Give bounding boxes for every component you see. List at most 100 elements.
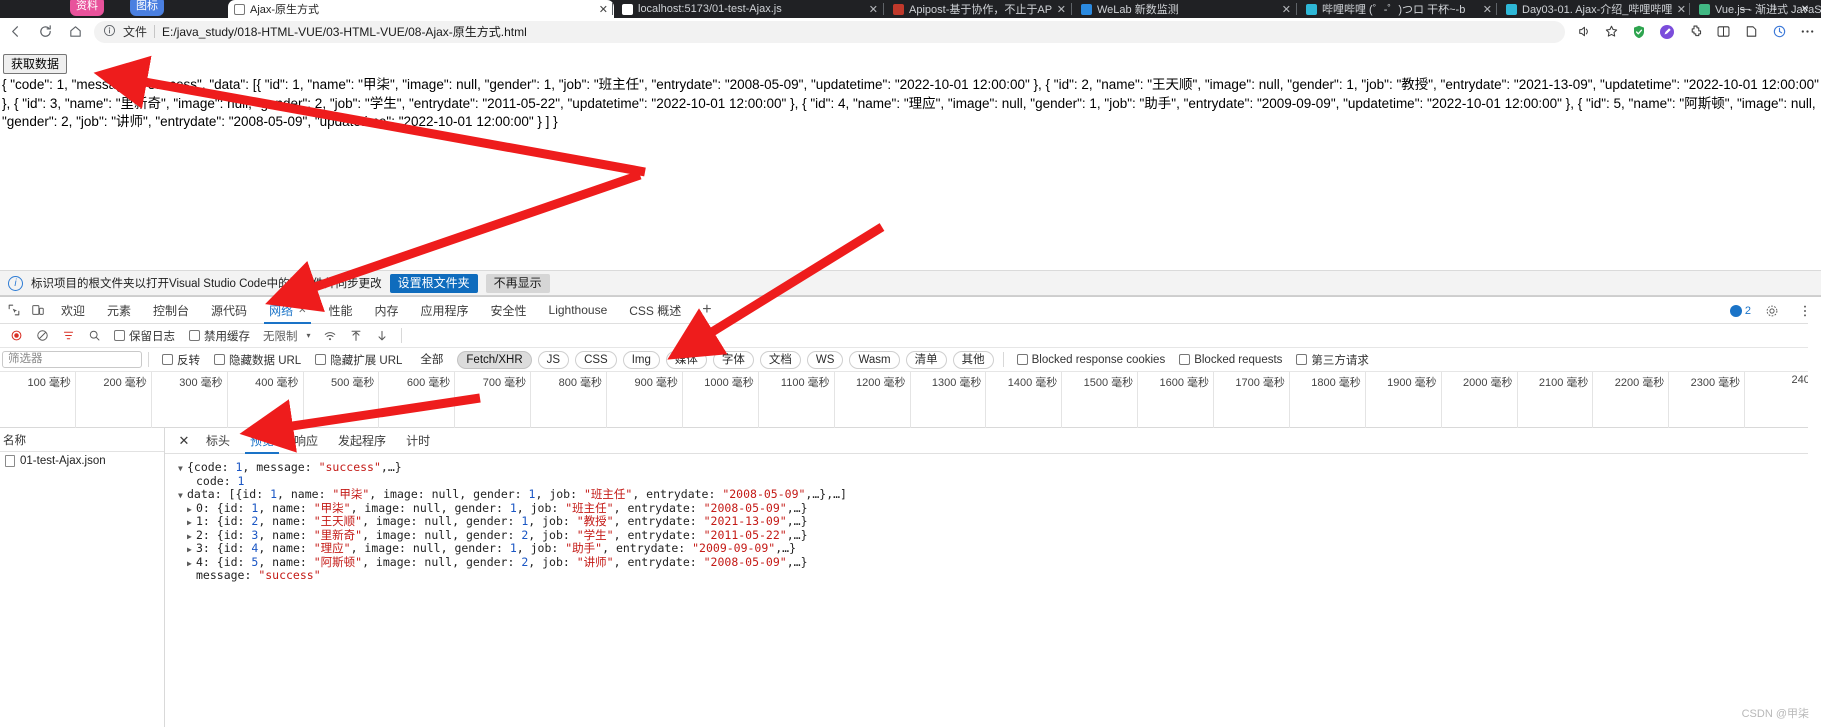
more-panels-button[interactable]: + bbox=[692, 301, 721, 319]
detail-tab-计时[interactable]: 计时 bbox=[396, 428, 440, 454]
resource-type-Fetch/XHR[interactable]: Fetch/XHR bbox=[457, 351, 531, 369]
json-tree-row[interactable]: ▶2: {id: 3, name: "里新奇", image: null, ge… bbox=[178, 528, 1821, 542]
request-row[interactable]: 01-test-Ajax.json bbox=[0, 452, 164, 469]
issues-badge[interactable]: 2 bbox=[1730, 305, 1751, 317]
resource-type-全部[interactable]: 全部 bbox=[412, 352, 451, 368]
invert-checkbox[interactable]: 反转 bbox=[155, 352, 207, 368]
site-info-icon[interactable] bbox=[103, 24, 116, 40]
preserve-log-checkbox[interactable]: 保留日志 bbox=[107, 328, 182, 344]
hide-extension-urls-box[interactable] bbox=[315, 354, 326, 365]
favorite-star-icon[interactable] bbox=[1597, 20, 1625, 44]
dont-show-again-button[interactable]: 不再显示 bbox=[486, 274, 550, 293]
close-panel-icon[interactable]: ✕ bbox=[298, 305, 306, 316]
response-preview-tree[interactable]: ▼{code: 1, message: "success",…}code: 1▼… bbox=[165, 454, 1821, 582]
network-scrollbar[interactable] bbox=[1808, 297, 1821, 728]
json-tree-row[interactable]: ▶0: {id: 1, name: "甲柒", image: null, gen… bbox=[178, 501, 1821, 515]
expand-triangle-icon[interactable]: ▼ bbox=[178, 489, 187, 503]
devtools-tab-性能[interactable]: 性能 bbox=[317, 297, 363, 324]
blocked-requests-checkbox[interactable]: Blocked requests bbox=[1172, 354, 1289, 366]
devtools-tab-应用程序[interactable]: 应用程序 bbox=[410, 297, 480, 324]
resource-type-JS[interactable]: JS bbox=[538, 351, 569, 369]
devtools-tab-元素[interactable]: 元素 bbox=[96, 297, 142, 324]
resource-type-字体[interactable]: 字体 bbox=[713, 351, 754, 369]
resource-type-其他[interactable]: 其他 bbox=[953, 351, 994, 369]
blocked-requests-box[interactable] bbox=[1179, 354, 1190, 365]
resource-type-WS[interactable]: WS bbox=[807, 351, 844, 369]
devtools-tab-欢迎[interactable]: 欢迎 bbox=[50, 297, 96, 324]
shield-icon[interactable] bbox=[1625, 20, 1653, 44]
close-detail-icon[interactable]: ✕ bbox=[172, 429, 196, 453]
resource-type-Wasm[interactable]: Wasm bbox=[849, 351, 899, 369]
json-tree-row[interactable]: code: 1 bbox=[178, 474, 1821, 488]
detail-tab-发起程序[interactable]: 发起程序 bbox=[328, 428, 396, 454]
browser-tab[interactable]: WeLab 新数监测✕ bbox=[1075, 0, 1297, 18]
settings-more-icon[interactable] bbox=[1793, 20, 1821, 44]
split-screen-icon[interactable] bbox=[1709, 20, 1737, 44]
resource-type-文档[interactable]: 文档 bbox=[760, 351, 801, 369]
resource-type-媒体[interactable]: 媒体 bbox=[666, 351, 707, 369]
resource-type-CSS[interactable]: CSS bbox=[575, 351, 617, 369]
invert-box[interactable] bbox=[162, 354, 173, 365]
address-bar[interactable]: 文件 E:/java_study/018-HTML-VUE/03-HTML-VU… bbox=[94, 21, 1565, 43]
blocked-response-cookies-checkbox[interactable]: Blocked response cookies bbox=[1010, 354, 1173, 366]
third-party-requests-box[interactable] bbox=[1296, 354, 1307, 365]
puzzle-extension-icon[interactable] bbox=[1681, 20, 1709, 44]
devtools-tab-内存[interactable]: 内存 bbox=[363, 297, 409, 324]
devtools-tab-源代码[interactable]: 源代码 bbox=[200, 297, 258, 324]
home-button[interactable] bbox=[60, 20, 90, 44]
throttling-select[interactable]: 无限制 ▾ bbox=[257, 328, 317, 344]
hide-data-urls-box[interactable] bbox=[214, 354, 225, 365]
resource-type-清单[interactable]: 清单 bbox=[906, 351, 947, 369]
pen-icon[interactable] bbox=[1653, 20, 1681, 44]
json-tree-row[interactable]: ▼data: [{id: 1, name: "甲柒", image: null,… bbox=[178, 487, 1821, 501]
json-tree-row[interactable]: ▼{code: 1, message: "success",…} bbox=[178, 460, 1821, 474]
reload-button[interactable] bbox=[30, 20, 60, 44]
hide-extension-urls-checkbox[interactable]: 隐藏扩展 URL bbox=[308, 352, 409, 368]
filter-icon[interactable] bbox=[55, 325, 81, 347]
filter-input[interactable]: 筛选器 bbox=[2, 351, 142, 368]
browser-chip[interactable]: 图标 bbox=[130, 0, 164, 16]
browser-tab[interactable]: 哔哩哔哩 (゜-゜)つロ 干杯~-b✕ bbox=[1300, 0, 1498, 18]
read-aloud-icon[interactable] bbox=[1569, 20, 1597, 44]
browser-tab[interactable]: Ajax-原生方式✕ bbox=[228, 0, 614, 18]
third-party-requests-checkbox[interactable]: 第三方请求 bbox=[1289, 352, 1376, 368]
devtools-tab-安全性[interactable]: 安全性 bbox=[480, 297, 538, 324]
disable-cache-checkbox[interactable]: 禁用缓存 bbox=[182, 328, 257, 344]
browser-chip[interactable]: 资料 bbox=[70, 0, 104, 16]
json-tree-row[interactable]: message: "success" bbox=[178, 568, 1821, 582]
minimize-button[interactable]: — bbox=[1730, 0, 1760, 18]
devtools-tab-CSS 概述[interactable]: CSS 概述 bbox=[618, 297, 692, 324]
browser-essentials-icon[interactable] bbox=[1765, 20, 1793, 44]
browser-tab[interactable]: localhost:5173/01-test-Ajax.js✕ bbox=[616, 0, 884, 18]
back-button[interactable] bbox=[0, 20, 30, 44]
close-tab-icon[interactable]: ✕ bbox=[599, 3, 608, 16]
device-toolbar-icon[interactable] bbox=[26, 299, 50, 321]
close-tab-icon[interactable]: ✕ bbox=[1677, 3, 1686, 16]
json-tree-row[interactable]: ▶3: {id: 4, name: "理应", image: null, gen… bbox=[178, 541, 1821, 555]
browser-tab[interactable]: Apipost-基于协作，不止于API✕ bbox=[887, 0, 1072, 18]
preserve-log-box[interactable] bbox=[114, 330, 125, 341]
close-tab-icon[interactable]: ✕ bbox=[1282, 3, 1291, 16]
close-tab-icon[interactable]: ✕ bbox=[1057, 3, 1066, 16]
close-tab-icon[interactable]: ✕ bbox=[869, 3, 878, 16]
devtools-tab-网络[interactable]: 网络✕ bbox=[258, 297, 317, 324]
import-har-icon[interactable] bbox=[343, 325, 369, 347]
close-window-button[interactable]: ✕ bbox=[1790, 0, 1820, 18]
json-tree-row[interactable]: ▶4: {id: 5, name: "阿斯顿", image: null, ge… bbox=[178, 555, 1821, 569]
record-icon[interactable] bbox=[3, 325, 29, 347]
detail-tab-标头[interactable]: 标头 bbox=[196, 428, 240, 454]
blocked-response-cookies-box[interactable] bbox=[1017, 354, 1028, 365]
detail-tab-预览[interactable]: 预览 bbox=[240, 428, 284, 454]
detail-tab-响应[interactable]: 响应 bbox=[284, 428, 328, 454]
disable-cache-box[interactable] bbox=[189, 330, 200, 341]
maximize-button[interactable]: ▫ bbox=[1760, 0, 1790, 18]
browser-tab[interactable]: Day03-01. Ajax-介绍_哔哩哔哩✕ bbox=[1500, 0, 1692, 18]
devtools-settings-icon[interactable] bbox=[1760, 300, 1784, 322]
collections-icon[interactable] bbox=[1737, 20, 1765, 44]
expand-triangle-icon[interactable]: ▼ bbox=[178, 462, 187, 476]
resource-type-Img[interactable]: Img bbox=[623, 351, 660, 369]
search-icon[interactable] bbox=[81, 325, 107, 347]
hide-data-urls-checkbox[interactable]: 隐藏数据 URL bbox=[207, 352, 308, 368]
close-tab-icon[interactable]: ✕ bbox=[1483, 3, 1492, 16]
export-har-icon[interactable] bbox=[369, 325, 395, 347]
